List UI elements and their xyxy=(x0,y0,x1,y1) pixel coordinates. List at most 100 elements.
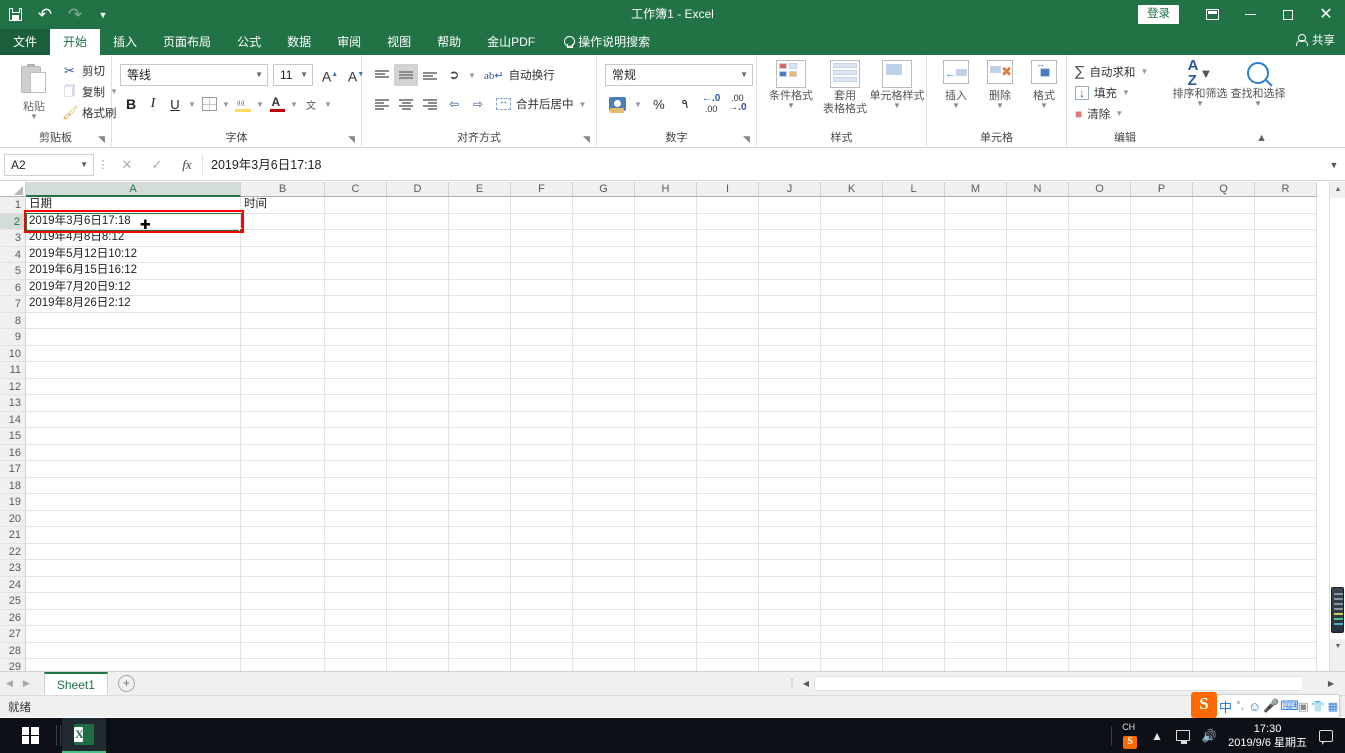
cell-B19[interactable] xyxy=(241,494,325,511)
cell-C13[interactable] xyxy=(325,395,387,412)
cell-J9[interactable] xyxy=(759,329,821,346)
column-header-F[interactable]: F xyxy=(511,182,573,197)
cell-Q4[interactable] xyxy=(1193,246,1255,263)
cell-N27[interactable] xyxy=(1007,626,1069,643)
cell-R10[interactable] xyxy=(1255,345,1317,362)
column-header-D[interactable]: D xyxy=(387,182,449,197)
cell-E13[interactable] xyxy=(449,395,511,412)
column-header-H[interactable]: H xyxy=(635,182,697,197)
cell-K6[interactable] xyxy=(821,279,883,296)
cell-F5[interactable] xyxy=(511,263,573,280)
insert-cells-chevron-down-icon[interactable]: ▼ xyxy=(952,102,960,110)
cell-A5[interactable]: 2019年6月15日16:12 xyxy=(26,263,241,280)
cell-E15[interactable] xyxy=(449,428,511,445)
tab-data[interactable]: 数据 xyxy=(274,29,324,55)
cell-A14[interactable] xyxy=(26,411,241,428)
cell-D16[interactable] xyxy=(387,444,449,461)
accounting-chevron-down-icon[interactable]: ▼ xyxy=(631,93,645,115)
row-header-21[interactable]: 21 xyxy=(0,527,26,544)
cell-K1[interactable] xyxy=(821,197,883,214)
cell-I11[interactable] xyxy=(697,362,759,379)
cell-D25[interactable] xyxy=(387,593,449,610)
cell-R22[interactable] xyxy=(1255,543,1317,560)
cell-Q20[interactable] xyxy=(1193,510,1255,527)
column-header-M[interactable]: M xyxy=(945,182,1007,197)
cell-D13[interactable] xyxy=(387,395,449,412)
cell-L12[interactable] xyxy=(883,378,945,395)
cell-N12[interactable] xyxy=(1007,378,1069,395)
cell-K23[interactable] xyxy=(821,560,883,577)
cell-C26[interactable] xyxy=(325,609,387,626)
volume-icon[interactable]: 🔊 xyxy=(1196,718,1222,753)
cell-N18[interactable] xyxy=(1007,477,1069,494)
cell-J23[interactable] xyxy=(759,560,821,577)
cell-D6[interactable] xyxy=(387,279,449,296)
cell-L10[interactable] xyxy=(883,345,945,362)
cell-D18[interactable] xyxy=(387,477,449,494)
cell-H18[interactable] xyxy=(635,477,697,494)
cell-F9[interactable] xyxy=(511,329,573,346)
cell-J14[interactable] xyxy=(759,411,821,428)
cell-B10[interactable] xyxy=(241,345,325,362)
cell-D15[interactable] xyxy=(387,428,449,445)
cell-E9[interactable] xyxy=(449,329,511,346)
cell-Q5[interactable] xyxy=(1193,263,1255,280)
cell-I21[interactable] xyxy=(697,527,759,544)
cell-H1[interactable] xyxy=(635,197,697,214)
cell-R24[interactable] xyxy=(1255,576,1317,593)
cell-J20[interactable] xyxy=(759,510,821,527)
cell-K13[interactable] xyxy=(821,395,883,412)
cell-K2[interactable] xyxy=(821,213,883,230)
cell-D28[interactable] xyxy=(387,642,449,659)
cell-F12[interactable] xyxy=(511,378,573,395)
cell-Q23[interactable] xyxy=(1193,560,1255,577)
cell-A19[interactable] xyxy=(26,494,241,511)
cell-K21[interactable] xyxy=(821,527,883,544)
cell-A8[interactable] xyxy=(26,312,241,329)
cell-L4[interactable] xyxy=(883,246,945,263)
cell-K26[interactable] xyxy=(821,609,883,626)
cell-O23[interactable] xyxy=(1069,560,1131,577)
cell-F3[interactable] xyxy=(511,230,573,247)
cell-M26[interactable] xyxy=(945,609,1007,626)
cell-I20[interactable] xyxy=(697,510,759,527)
alignment-dialog-launcher-icon[interactable]: ◥ xyxy=(583,135,592,144)
increase-font-size-button[interactable]: A▲ xyxy=(318,64,342,86)
row-header-5[interactable]: 5 xyxy=(0,263,26,280)
cell-G15[interactable] xyxy=(573,428,635,445)
cell-L2[interactable] xyxy=(883,213,945,230)
cell-E10[interactable] xyxy=(449,345,511,362)
cell-N2[interactable] xyxy=(1007,213,1069,230)
cell-R2[interactable] xyxy=(1255,213,1317,230)
cell-L24[interactable] xyxy=(883,576,945,593)
row-header-1[interactable]: 1 xyxy=(0,197,26,214)
cell-R25[interactable] xyxy=(1255,593,1317,610)
previous-sheet-icon[interactable]: ◀ xyxy=(6,678,13,689)
cell-R3[interactable] xyxy=(1255,230,1317,247)
cell-B24[interactable] xyxy=(241,576,325,593)
cell-B4[interactable] xyxy=(241,246,325,263)
cell-P5[interactable] xyxy=(1131,263,1193,280)
cell-O29[interactable] xyxy=(1069,659,1131,671)
cell-F10[interactable] xyxy=(511,345,573,362)
cell-J11[interactable] xyxy=(759,362,821,379)
cell-B27[interactable] xyxy=(241,626,325,643)
cell-H3[interactable] xyxy=(635,230,697,247)
cell-E3[interactable] xyxy=(449,230,511,247)
cell-M21[interactable] xyxy=(945,527,1007,544)
cell-B22[interactable] xyxy=(241,543,325,560)
cell-J3[interactable] xyxy=(759,230,821,247)
column-header-B[interactable]: B xyxy=(241,182,325,197)
cell-O13[interactable] xyxy=(1069,395,1131,412)
cell-L15[interactable] xyxy=(883,428,945,445)
cell-C9[interactable] xyxy=(325,329,387,346)
cell-L5[interactable] xyxy=(883,263,945,280)
cell-J5[interactable] xyxy=(759,263,821,280)
cell-D21[interactable] xyxy=(387,527,449,544)
merge-and-center-button[interactable]: 合并后居中 ▼ xyxy=(496,93,586,115)
cell-J27[interactable] xyxy=(759,626,821,643)
cell-A21[interactable] xyxy=(26,527,241,544)
cell-D26[interactable] xyxy=(387,609,449,626)
row-header-9[interactable]: 9 xyxy=(0,329,26,346)
cell-H22[interactable] xyxy=(635,543,697,560)
